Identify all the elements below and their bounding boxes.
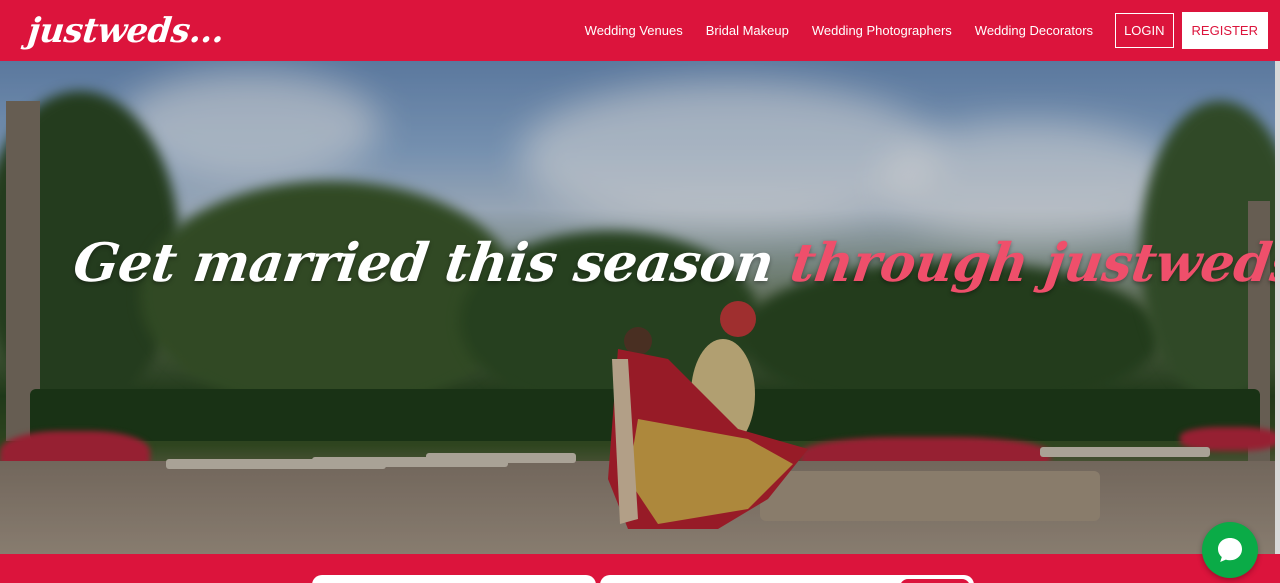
hero-headline: Get married this season through justweds… — [70, 232, 1280, 294]
hero-overlay — [0, 61, 1280, 554]
nav-bridal-makeup[interactable]: Bridal Makeup — [706, 23, 789, 38]
chat-bubble-icon — [1218, 538, 1242, 562]
site-header: justweds... Wedding Venues Bridal Makeup… — [0, 0, 1280, 61]
login-button[interactable]: LOGIN — [1115, 13, 1174, 48]
nav-wedding-photographers[interactable]: Wedding Photographers — [812, 23, 952, 38]
headline-text: Get married this season — [69, 232, 778, 294]
main-nav: Wedding Venues Bridal Makeup Wedding Pho… — [562, 12, 1268, 49]
nav-wedding-decorators[interactable]: Wedding Decorators — [975, 23, 1093, 38]
nav-wedding-venues[interactable]: Wedding Venues — [585, 23, 683, 38]
headline-accent-text: through justweds ! — [786, 232, 1280, 294]
hero-banner: Get married this season through justweds… — [0, 61, 1280, 554]
chat-button[interactable] — [1202, 522, 1258, 578]
logo[interactable]: justweds... — [26, 11, 226, 51]
search-field-category[interactable] — [312, 575, 596, 583]
register-button[interactable]: REGISTER — [1181, 12, 1268, 49]
scrollbar[interactable] — [1275, 61, 1280, 554]
search-button[interactable] — [900, 579, 970, 583]
